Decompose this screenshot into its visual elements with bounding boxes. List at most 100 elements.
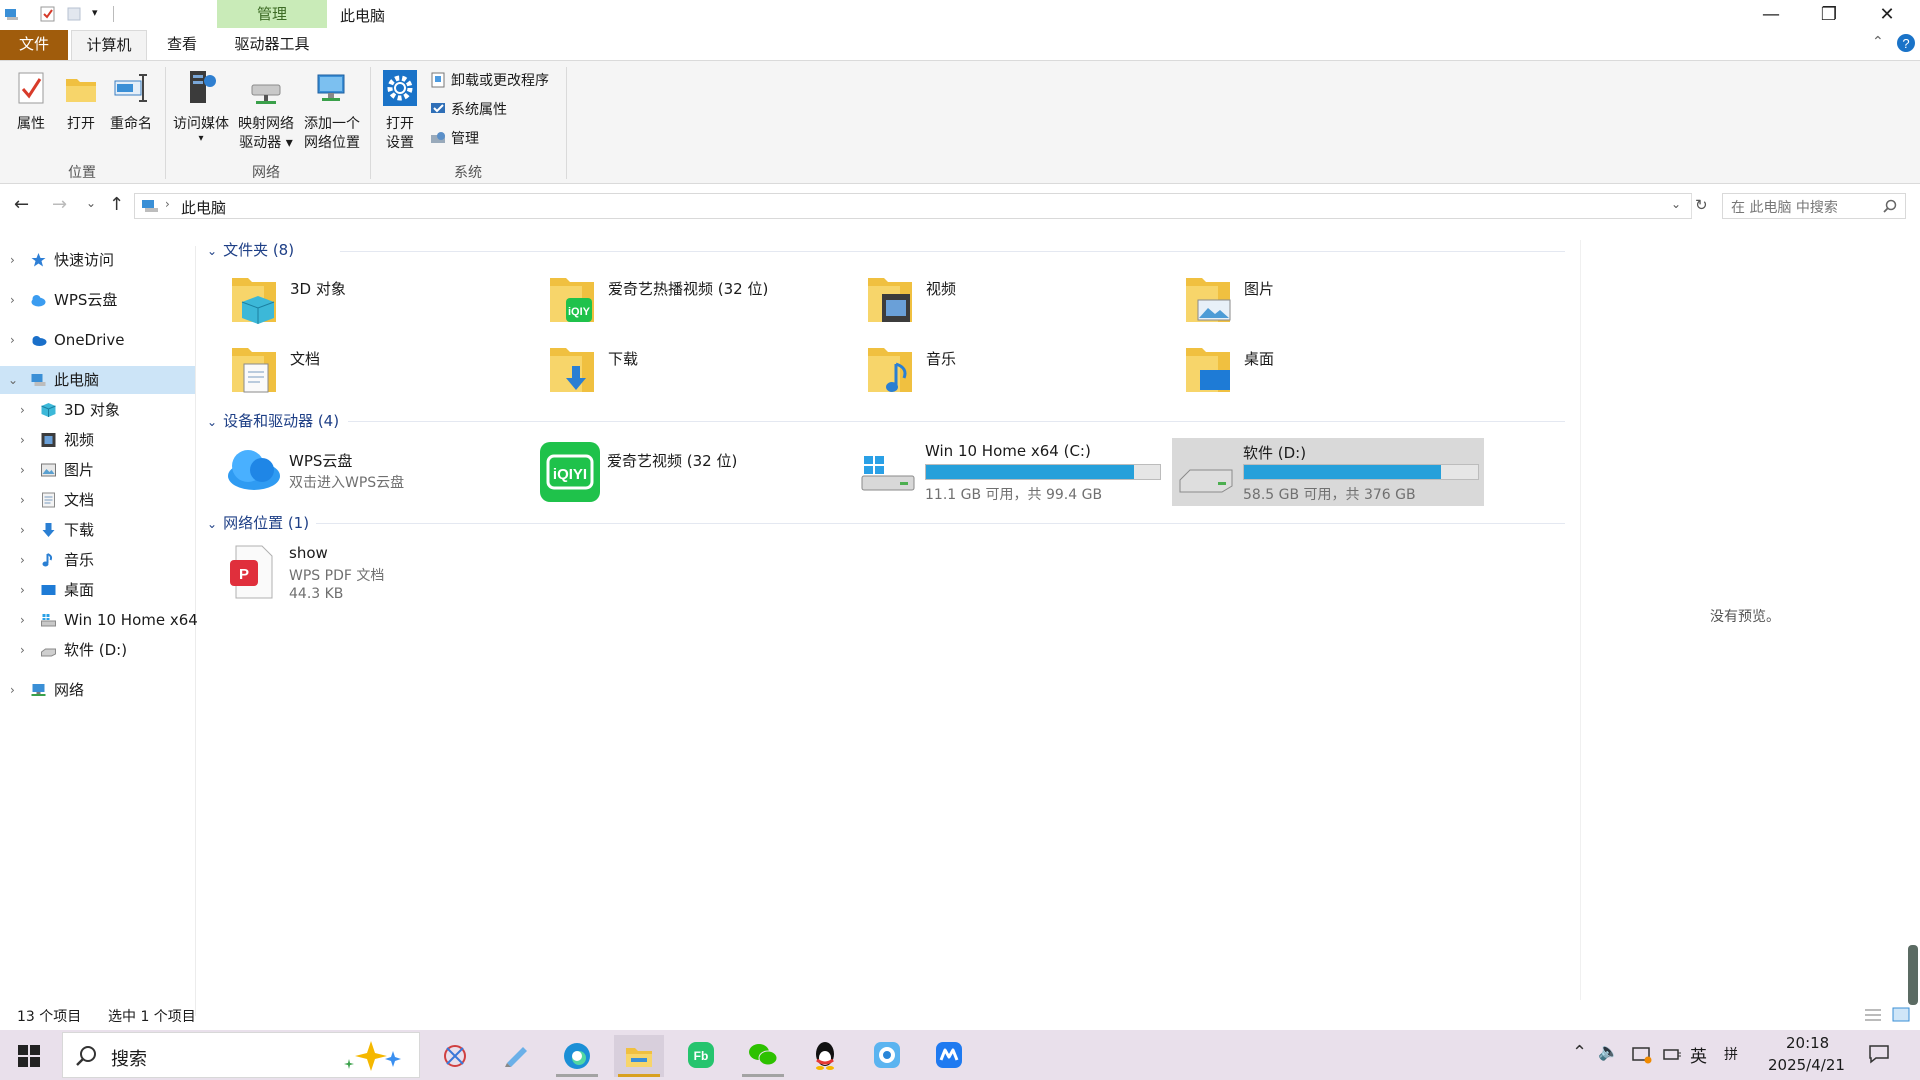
power-plug-icon[interactable]	[1662, 1044, 1682, 1064]
taskbar-app-meitu[interactable]	[924, 1035, 974, 1077]
map-network-drive-button[interactable]: 映射网络 驱动器 ▾	[235, 69, 297, 153]
chevron-right-icon[interactable]: ›	[10, 286, 15, 314]
open-settings-button[interactable]: 打开 设置	[378, 69, 422, 153]
chevron-right-icon[interactable]: ›	[10, 676, 15, 704]
notification-center-icon[interactable]	[1868, 1044, 1890, 1064]
chevron-right-icon[interactable]: ›	[20, 456, 25, 484]
tiles-view-icon[interactable]	[1892, 1007, 1910, 1022]
chevron-right-icon[interactable]: ›	[10, 326, 15, 354]
nav-item-desktop[interactable]: › 桌面	[0, 576, 195, 604]
tab-view[interactable]: 查看	[158, 30, 206, 60]
network-tray-icon[interactable]	[1632, 1044, 1652, 1064]
folder-tile-pictures[interactable]: 图片	[1184, 272, 1484, 332]
breadcrumb[interactable]: 此电脑	[181, 197, 226, 218]
rename-button[interactable]: 重命名	[106, 69, 156, 134]
folder-tile-videos[interactable]: 视频	[866, 272, 1166, 332]
chevron-right-icon[interactable]: ›	[20, 606, 25, 634]
chevron-down-icon[interactable]: ⌄	[207, 244, 217, 258]
nav-item-documents[interactable]: › 文档	[0, 486, 195, 514]
collapse-ribbon-icon[interactable]: ⌃	[1872, 34, 1884, 50]
properties-qat-icon[interactable]	[40, 6, 56, 22]
nav-item-3d-objects[interactable]: › 3D 对象	[0, 396, 195, 424]
access-media-button[interactable]: 访问媒体 ▾	[170, 69, 232, 144]
uninstall-program-button[interactable]: 卸载或更改程序	[430, 70, 549, 92]
details-view-icon[interactable]	[1864, 1008, 1882, 1022]
nav-item-onedrive[interactable]: › OneDrive	[0, 326, 195, 354]
chevron-right-icon[interactable]: ›	[20, 396, 25, 424]
search-box[interactable]: 在 此电脑 中搜索	[1722, 193, 1906, 219]
context-tab-manage[interactable]: 管理	[217, 0, 327, 28]
ime-language-indicator[interactable]: 英	[1690, 1042, 1707, 1067]
manage-button[interactable]: 管理	[430, 128, 479, 150]
nav-item-network[interactable]: › 网络	[0, 676, 195, 704]
chevron-down-icon[interactable]: ⌄	[8, 366, 18, 394]
minimize-button[interactable]: —	[1742, 0, 1800, 30]
nav-item-drive-c[interactable]: › Win 10 Home x64	[0, 606, 198, 634]
drive-tile-c[interactable]: Win 10 Home x64 (C:) 11.1 GB 可用，共 99.4 G…	[860, 440, 1166, 504]
taskbar-app-notes[interactable]	[491, 1035, 541, 1077]
taskbar-search-box[interactable]: 搜索	[62, 1032, 420, 1078]
add-network-location-button[interactable]: 添加一个 网络位置	[299, 69, 365, 153]
taskbar-app-feishu[interactable]: Fb	[676, 1035, 726, 1077]
computer-icon[interactable]	[4, 6, 20, 22]
help-icon[interactable]: ?	[1896, 33, 1916, 53]
chevron-right-icon[interactable]: ›	[20, 516, 25, 544]
nav-item-videos[interactable]: › 视频	[0, 426, 195, 454]
open-button[interactable]: 打开	[60, 69, 102, 134]
nav-item-this-pc[interactable]: ⌄ 此电脑	[0, 366, 195, 394]
taskbar-app-edge[interactable]	[552, 1035, 602, 1077]
forward-arrow-icon[interactable]: →	[52, 194, 67, 215]
back-arrow-icon[interactable]: ←	[14, 194, 29, 215]
address-bar[interactable]: › 此电脑 ⌄ ↻	[134, 193, 1708, 219]
recent-locations-icon[interactable]: ⌄	[86, 196, 96, 210]
section-header-network[interactable]: ⌄ 网络位置 (1)	[207, 512, 309, 534]
chevron-down-icon[interactable]: ⌄	[207, 415, 217, 429]
taskbar-app-snipping[interactable]	[430, 1035, 480, 1077]
folder-tile-3d-objects[interactable]: 3D 对象	[230, 272, 530, 332]
address-dropdown-icon[interactable]: ⌄	[1671, 197, 1681, 211]
search-input[interactable]: 在 此电脑 中搜索	[1731, 197, 1838, 217]
folder-tile-desktop[interactable]: 桌面	[1184, 342, 1484, 402]
nav-item-pictures[interactable]: › 图片	[0, 456, 195, 484]
chevron-right-icon[interactable]: ›	[20, 546, 25, 574]
maximize-button[interactable]: ❐	[1800, 0, 1858, 30]
tab-drive-tools[interactable]: 驱动器工具	[218, 30, 326, 60]
new-folder-qat-icon[interactable]	[66, 6, 82, 22]
drive-tile-d-selected[interactable]: 软件 (D:) 58.5 GB 可用，共 376 GB	[1172, 438, 1484, 506]
device-tile-iqiyi[interactable]: iQIYI 爱奇艺视频 (32 位)	[540, 440, 840, 504]
scroll-thumb[interactable]	[1908, 945, 1918, 1005]
network-item-show[interactable]: P show WPS PDF 文档 44.3 KB	[224, 540, 524, 606]
chevron-right-icon[interactable]: ›	[20, 576, 25, 604]
taskbar-app-file-explorer[interactable]	[614, 1035, 664, 1077]
windows-start-icon[interactable]	[18, 1045, 40, 1067]
search-icon[interactable]	[1883, 199, 1897, 213]
nav-item-drive-d[interactable]: › 软件 (D:)	[0, 636, 195, 664]
section-header-folders[interactable]: ⌄ 文件夹 (8)	[207, 239, 294, 261]
chevron-right-icon[interactable]: ›	[10, 246, 15, 274]
chevron-right-icon[interactable]: ›	[20, 486, 25, 514]
device-tile-wps-cloud[interactable]: WPS云盘 双击进入WPS云盘	[222, 440, 522, 504]
close-button[interactable]: ✕	[1858, 0, 1916, 30]
nav-item-wps-cloud[interactable]: › WPS云盘	[0, 286, 195, 314]
clock-date[interactable]: 2025/4/21	[1768, 1056, 1845, 1074]
folder-tile-music[interactable]: 音乐	[866, 342, 1166, 402]
ime-mode-indicator[interactable]: 拼	[1724, 1044, 1738, 1064]
nav-item-music[interactable]: › 音乐	[0, 546, 195, 574]
properties-button[interactable]: 属性	[10, 69, 52, 134]
chevron-right-icon[interactable]: ›	[20, 636, 25, 664]
clock-time[interactable]: 20:18	[1786, 1034, 1829, 1052]
up-arrow-icon[interactable]: ↑	[109, 194, 124, 215]
tab-computer[interactable]: 计算机	[71, 30, 147, 60]
system-properties-button[interactable]: 系统属性	[430, 99, 507, 121]
nav-item-downloads[interactable]: › 下载	[0, 516, 195, 544]
nav-item-quick-access[interactable]: › 快速访问	[0, 246, 195, 274]
tab-file[interactable]: 文件	[0, 30, 68, 60]
show-hidden-icons-icon[interactable]: ⌃	[1572, 1042, 1587, 1063]
taskbar-app-dingtalk[interactable]	[862, 1035, 912, 1077]
folder-tile-documents[interactable]: 文档	[230, 342, 530, 402]
chevron-right-icon[interactable]: ›	[20, 426, 25, 454]
breadcrumb-chevron-icon[interactable]: ›	[165, 197, 170, 211]
taskbar-app-qq[interactable]	[800, 1035, 850, 1077]
qat-dropdown-icon[interactable]: ▾	[92, 6, 98, 19]
volume-icon[interactable]: 🔈	[1598, 1042, 1619, 1062]
